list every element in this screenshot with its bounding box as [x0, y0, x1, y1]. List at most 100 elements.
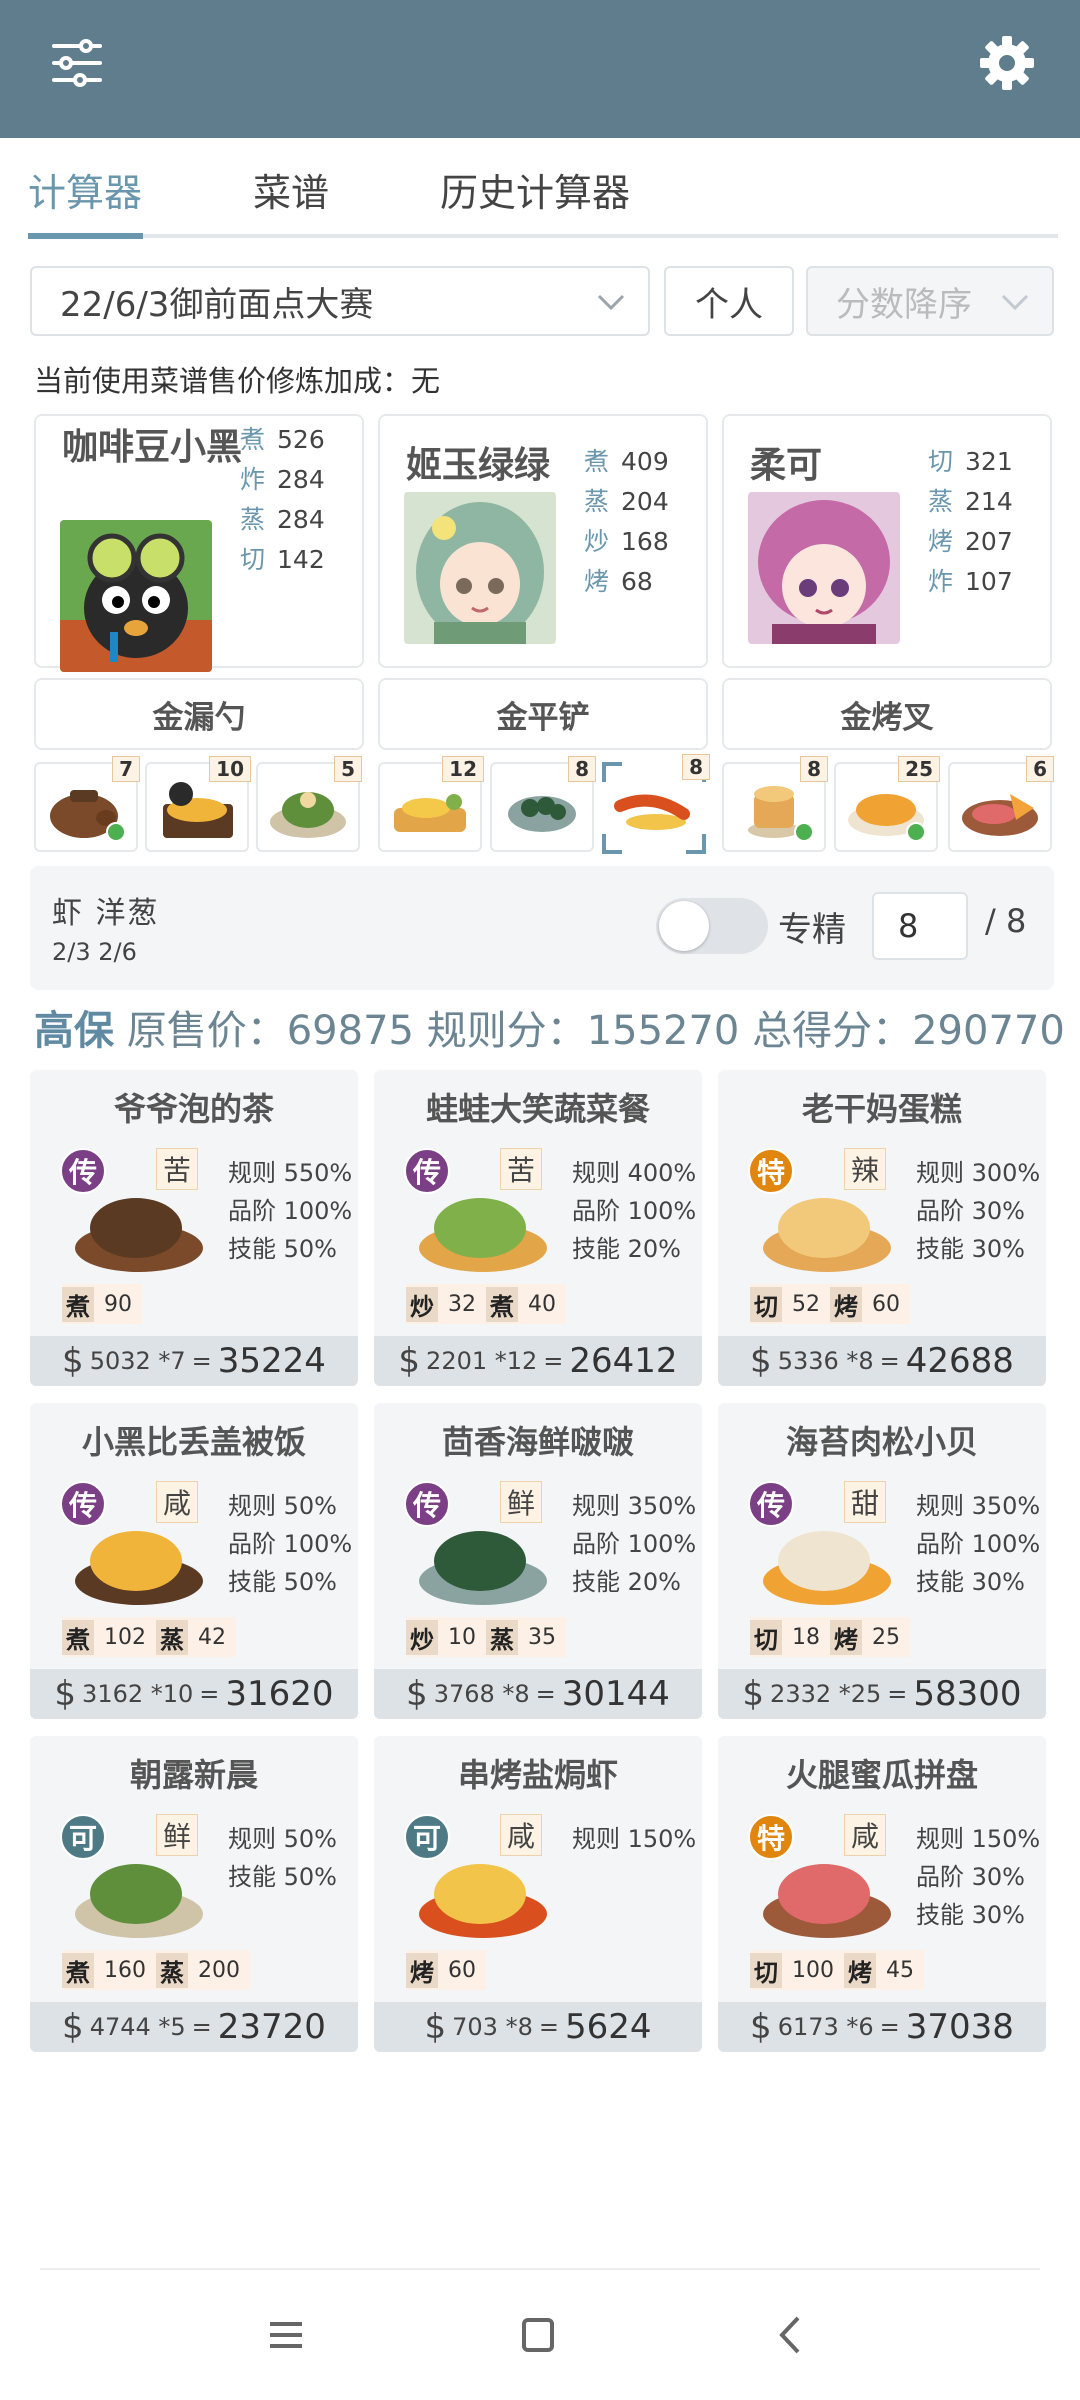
currency-symbol: $	[742, 1674, 765, 1714]
chef-card-2[interactable]: 姬玉绿绿 煮 409 蒸 204 炒 168 烤 68	[378, 414, 708, 668]
skill-needs: 炒 10 蒸 35	[406, 1617, 566, 1657]
chef-skills: 煮 526 炸 284 蒸 284 切 142	[240, 420, 325, 580]
taste-tag: 咸	[844, 1814, 887, 1856]
equals-sign: =	[191, 2013, 212, 2041]
skill-need-value: 25	[872, 1624, 900, 1650]
rule-line: 技能 30%	[916, 1901, 1025, 1929]
price-result: 26412	[569, 1341, 678, 1381]
skill-needs: 切 52 烤 60	[750, 1284, 910, 1324]
skill-name: 蒸	[928, 487, 954, 516]
gear-icon[interactable]	[978, 34, 1036, 92]
sort-select-value: 分数降序	[836, 284, 972, 325]
specialty-toggle[interactable]	[656, 898, 768, 954]
contest-select[interactable]: 22/6/3御前面点大赛	[30, 266, 650, 336]
dish-thumb[interactable]: 8	[490, 756, 596, 852]
dish-thumb-selected[interactable]: 8	[602, 754, 710, 854]
total-score-label: 总得分：	[752, 1008, 913, 1054]
rule-line: 技能 50%	[228, 1863, 337, 1891]
rule-list: 规则 300% 品阶 30% 技能 30%	[916, 1154, 1040, 1268]
price-result: 35224	[217, 1341, 326, 1381]
dish-thumb[interactable]: 8	[722, 756, 828, 852]
equip-slot-3[interactable]: 金烤叉	[722, 678, 1052, 750]
chef-card-3[interactable]: 柔可 切 321 蒸 214 烤 207 炸 107	[722, 414, 1052, 668]
recipe-name: 火腿蜜瓜拼盘	[785, 1756, 978, 1794]
dish-thumb[interactable]: 12	[378, 756, 484, 852]
recipe-name: 小黑比丢盖被饭	[81, 1423, 306, 1461]
equip-slot-2[interactable]: 金平铲	[378, 678, 708, 750]
equip-slot-1[interactable]: 金漏勺	[34, 678, 364, 750]
price-formula: 2201 *12	[426, 1347, 538, 1375]
home-icon[interactable]	[508, 2310, 568, 2360]
skill-value: 321	[965, 447, 1013, 476]
dish-thumb[interactable]: 25	[834, 756, 940, 852]
skill-name: 炸	[928, 567, 954, 596]
skill-name: 烤	[928, 527, 954, 556]
tab-history[interactable]: 历史计算器	[440, 162, 630, 217]
recipe-name: 老干妈蛋糕	[801, 1090, 962, 1128]
dish-thumb[interactable]: 6	[948, 756, 1054, 852]
mode-button[interactable]: 个人	[664, 266, 794, 336]
recipe-card[interactable]: 火腿蜜瓜拼盘 特 咸 规则 150% 品阶 30% 技能 30% 切 100 烤 45 $…	[718, 1736, 1046, 2052]
recipe-card[interactable]: 串烤盐焗虾 可 咸 规则 150% 烤 60 $ 703 *8 = 5624	[374, 1736, 702, 2052]
skill-need-key: 切	[750, 1952, 782, 1988]
rule-line: 品阶 100%	[572, 1197, 697, 1225]
taste-tag: 苦	[500, 1148, 543, 1190]
currency-symbol: $	[750, 1341, 772, 1381]
recipe-card[interactable]: 朝露新晨 可 鲜 规则 50% 技能 50% 煮 160 蒸 200 $ 4744 *5…	[30, 1736, 358, 2052]
equals-sign: =	[535, 1680, 556, 1708]
currency-symbol: $	[62, 1341, 84, 1381]
skill-value: 204	[621, 487, 669, 516]
specialty-label: 专精	[778, 910, 846, 950]
skill-name: 煮	[240, 425, 266, 454]
recipe-card[interactable]: 小黑比丢盖被饭 传 咸 规则 50% 品阶 100% 技能 50% 煮 102 蒸 42 …	[30, 1403, 358, 1719]
recipe-card[interactable]: 老干妈蛋糕 特 辣 规则 300% 品阶 30% 技能 30% 切 52 烤 60 $ 5…	[718, 1070, 1046, 1386]
recents-icon[interactable]	[256, 2310, 316, 2360]
price-formula: 5336 *8	[777, 1347, 874, 1375]
grade-badge: 传	[60, 1148, 106, 1194]
check-icon	[906, 822, 926, 842]
tab-calculator[interactable]: 计算器	[28, 162, 142, 217]
chef-card-1[interactable]: 咖啡豆小黑 煮 526 炸 284 蒸 284 切 142	[34, 414, 364, 672]
total-score-value: 290770	[912, 1008, 1065, 1054]
price-formula: 2332 *25	[770, 1680, 882, 1708]
skill-need-key: 蒸	[156, 1952, 188, 1988]
recipe-card[interactable]: 爷爷泡的茶 传 苦 规则 550% 品阶 100% 技能 50% 煮 90 $ 503…	[30, 1070, 358, 1386]
taste-tag: 甜	[844, 1481, 887, 1523]
dish-thumb[interactable]: 5	[256, 756, 362, 852]
dish-thumb[interactable]: 10	[145, 756, 251, 852]
taste-tag: 咸	[156, 1481, 199, 1523]
skill-value: 68	[621, 567, 653, 596]
recipe-card[interactable]: 茴香海鲜啵啵 传 鲜 规则 350% 品阶 100% 技能 20% 炒 10 蒸 35 $…	[374, 1403, 702, 1719]
dish-thumb[interactable]: 7	[34, 756, 140, 852]
price-bar: $ 5336 *8 = 42688	[718, 1336, 1046, 1386]
rule-list: 规则 400% 品阶 100% 技能 20%	[572, 1154, 696, 1268]
skill-needs: 煮 90	[62, 1284, 142, 1324]
count-total: / 8	[985, 902, 1027, 940]
rule-list: 规则 350% 品阶 100% 技能 20%	[572, 1487, 696, 1601]
sort-select[interactable]: 分数降序	[806, 266, 1054, 336]
count-input[interactable]: 8	[872, 892, 968, 960]
price-result: 31620	[225, 1674, 334, 1714]
skill-need-value: 60	[448, 1957, 476, 1983]
skill-need-key: 煮	[62, 1286, 94, 1322]
recipe-card[interactable]: 蛙蛙大笑蔬菜餐 传 苦 规则 400% 品阶 100% 技能 20% 炒 32 煮 40 …	[374, 1070, 702, 1386]
guarantee-level: 高保	[34, 1008, 114, 1054]
skill-name: 切	[928, 447, 954, 476]
rule-line: 品阶 100%	[572, 1530, 697, 1558]
dish-qty: 8	[800, 756, 828, 782]
tab-recipes[interactable]: 菜谱	[253, 162, 329, 217]
rule-line: 规则 50%	[228, 1492, 337, 1520]
back-icon[interactable]	[762, 2310, 822, 2360]
skill-need-key: 煮	[486, 1286, 518, 1322]
skill-need-value: 60	[872, 1291, 900, 1317]
grade-badge: 可	[404, 1814, 450, 1860]
grade-badge: 传	[404, 1481, 450, 1527]
recipe-card[interactable]: 海苔肉松小贝 传 甜 规则 350% 品阶 100% 技能 30% 切 18 烤 25 $…	[718, 1403, 1046, 1719]
dish-qty: 10	[209, 756, 251, 782]
skill-name: 蒸	[240, 505, 266, 534]
skill-need-value: 52	[792, 1291, 820, 1317]
grade-badge: 传	[404, 1148, 450, 1194]
sliders-icon[interactable]	[50, 36, 104, 90]
rule-line: 规则 150%	[572, 1825, 697, 1853]
rule-line: 规则 350%	[572, 1492, 697, 1520]
